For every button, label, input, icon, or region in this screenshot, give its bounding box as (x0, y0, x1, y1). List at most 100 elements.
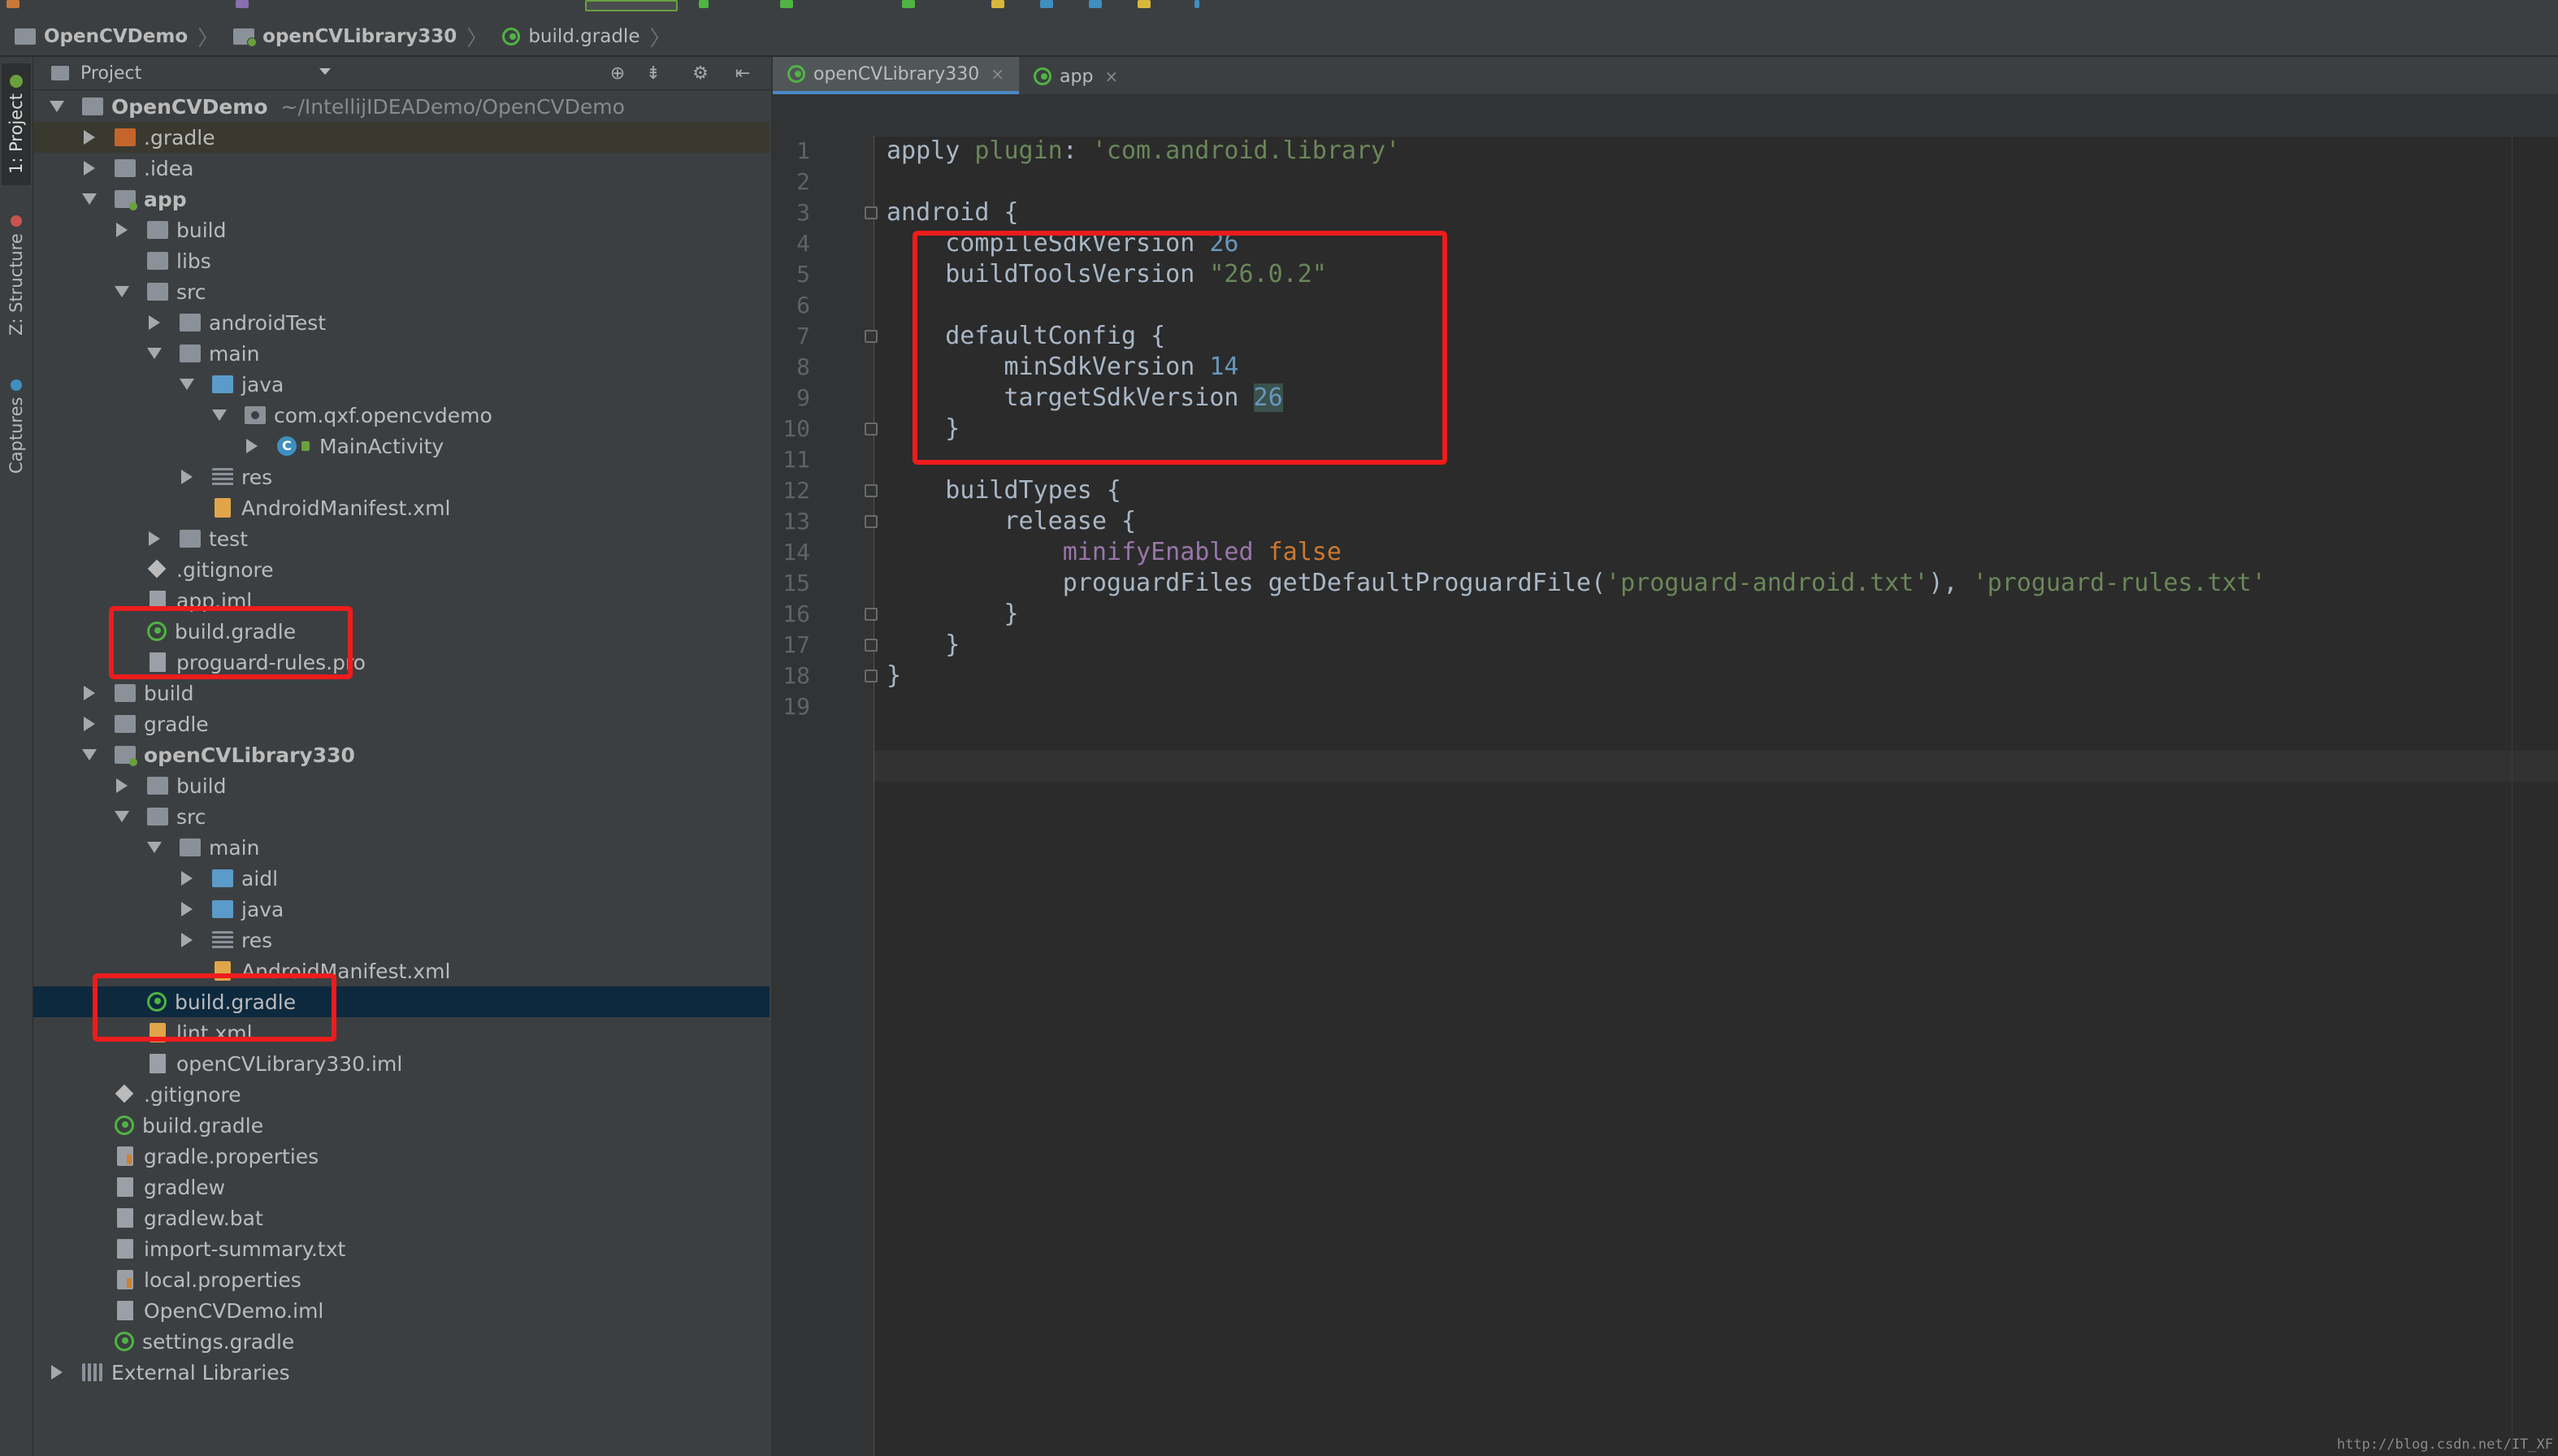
chevron-right-icon[interactable] (84, 686, 95, 700)
tree-item[interactable]: .gradle (33, 122, 770, 153)
tree-item[interactable]: build (33, 214, 770, 245)
run-icon[interactable] (699, 0, 709, 8)
chevron-right-icon[interactable] (84, 130, 95, 145)
tree-item[interactable]: .gitignore (33, 1079, 770, 1110)
toolbar-icon[interactable] (7, 0, 20, 8)
code-token: 'proguard-rules.txt' (1972, 569, 2266, 597)
profiler-icon[interactable] (1138, 0, 1151, 8)
tree-item[interactable]: res (33, 925, 770, 956)
run-config-dropdown[interactable] (585, 0, 678, 11)
project-view-selector[interactable]: Project (80, 63, 141, 84)
chevron-down-icon[interactable] (50, 101, 64, 112)
chevron-down-icon[interactable] (82, 193, 97, 205)
chevron-right-icon[interactable] (149, 315, 160, 330)
tree-item[interactable]: local.properties (33, 1264, 770, 1295)
tab-app[interactable]: app × (1019, 58, 1133, 94)
breadcrumb-label: build.gradle (528, 26, 640, 47)
sdk-manager-icon[interactable] (1040, 0, 1053, 8)
chevron-right-icon[interactable] (116, 223, 128, 237)
chevron-right-icon[interactable] (181, 933, 193, 947)
tree-item[interactable]: OpenCVDemo ~/IntellijIDEADemo/OpenCVDemo (33, 91, 770, 122)
layout-icon[interactable] (1089, 0, 1102, 8)
close-icon[interactable]: × (991, 64, 1004, 84)
tree-item-label: src (176, 804, 206, 829)
tree-item[interactable]: AndroidManifest.xml (33, 492, 770, 523)
tree-item[interactable]: com.qxf.opencvdemo (33, 400, 770, 431)
avd-manager-icon[interactable] (991, 0, 1004, 8)
chevron-right-icon[interactable] (181, 902, 193, 916)
tree-item[interactable]: build (33, 678, 770, 708)
tree-item[interactable]: libs (33, 245, 770, 276)
tree-item-label: com.qxf.opencvdemo (274, 403, 492, 427)
tree-item[interactable]: main (33, 832, 770, 863)
fold-marker-icon[interactable] (865, 515, 878, 528)
gear-icon[interactable]: ⚙ (692, 65, 709, 83)
tab-opencvlibrary330[interactable]: openCVLibrary330 × (773, 57, 1019, 94)
chevron-right-icon[interactable] (181, 470, 193, 484)
toolbar-icon[interactable] (236, 0, 249, 8)
fold-marker-icon[interactable] (865, 639, 878, 652)
tree-item[interactable]: gradlew.bat (33, 1202, 770, 1233)
chevron-right-icon[interactable] (84, 717, 95, 731)
tree-item[interactable]: aidl (33, 863, 770, 894)
tree-item[interactable]: main (33, 338, 770, 369)
breadcrumb-item-build-gradle[interactable]: build.gradle 〉 (488, 22, 671, 52)
fold-marker-icon[interactable] (865, 670, 878, 682)
tree-item[interactable]: app (33, 184, 770, 214)
breadcrumb-item-opencvlibrary330[interactable]: openCVLibrary330 〉 (219, 22, 488, 52)
close-icon[interactable]: × (1104, 67, 1118, 86)
collapse-all-icon[interactable]: ⇟ (644, 65, 662, 83)
tree-item[interactable]: OpenCVDemo.iml (33, 1295, 770, 1326)
breadcrumb-item-opencvdemo[interactable]: OpenCVDemo 〉 (0, 22, 219, 52)
chevron-down-icon[interactable] (180, 379, 194, 390)
scroll-from-source-icon[interactable]: ⊕ (609, 65, 626, 83)
tree-item[interactable]: import-summary.txt (33, 1233, 770, 1264)
tree-item[interactable]: C MainActivity (33, 431, 770, 462)
tree-item[interactable]: openCVLibrary330 (33, 739, 770, 770)
fold-marker-icon[interactable] (865, 330, 878, 343)
tree-item[interactable]: test (33, 523, 770, 554)
tree-item[interactable]: External Libraries (33, 1357, 770, 1388)
chevron-down-icon[interactable] (212, 410, 227, 421)
tree-item[interactable]: gradle (33, 708, 770, 739)
tab-structure[interactable]: Z: Structure (2, 206, 31, 344)
orange-folder-icon (115, 128, 136, 146)
chevron-down-icon[interactable] (115, 286, 129, 297)
chevron-down-icon[interactable] (147, 348, 162, 359)
chevron-down-icon[interactable] (147, 842, 162, 853)
tree-item[interactable]: src (33, 801, 770, 832)
fold-marker-icon[interactable] (865, 608, 878, 621)
chevron-right-icon[interactable] (246, 439, 258, 453)
debug-icon[interactable] (780, 0, 793, 8)
tab-captures[interactable]: Captures (2, 366, 31, 488)
sync-icon[interactable] (902, 0, 915, 8)
tree-item[interactable]: java (33, 369, 770, 400)
help-icon[interactable] (1194, 0, 1199, 8)
tree-item[interactable]: build (33, 770, 770, 801)
tree-item[interactable]: gradle.properties (33, 1141, 770, 1172)
chevron-right-icon[interactable] (149, 531, 160, 546)
tree-item[interactable]: .idea (33, 153, 770, 184)
hide-panel-icon[interactable]: ⇤ (734, 65, 752, 83)
fold-marker-icon[interactable] (865, 422, 878, 436)
chevron-right-icon[interactable] (116, 778, 128, 793)
chevron-right-icon[interactable] (51, 1365, 63, 1380)
chevron-right-icon[interactable] (84, 161, 95, 176)
chevron-down-icon[interactable] (319, 68, 331, 75)
tree-item[interactable]: res (33, 462, 770, 492)
tree-item[interactable]: build.gradle (33, 1110, 770, 1141)
chevron-down-icon[interactable] (82, 749, 97, 760)
chevron-down-icon[interactable] (115, 811, 129, 822)
tree-item[interactable]: gradlew (33, 1172, 770, 1202)
fold-marker-icon[interactable] (865, 484, 878, 497)
fold-marker-icon[interactable] (865, 206, 878, 219)
tree-item[interactable]: openCVLibrary330.iml (33, 1048, 770, 1079)
tree-item[interactable]: .gitignore (33, 554, 770, 585)
tree-item[interactable]: androidTest (33, 307, 770, 338)
chevron-right-icon[interactable] (181, 871, 193, 886)
tab-project[interactable]: 1: Project (2, 63, 31, 185)
tree-item[interactable]: settings.gradle (33, 1326, 770, 1357)
code-token: : (1062, 136, 1092, 165)
tree-item[interactable]: java (33, 894, 770, 925)
tree-item[interactable]: src (33, 276, 770, 307)
